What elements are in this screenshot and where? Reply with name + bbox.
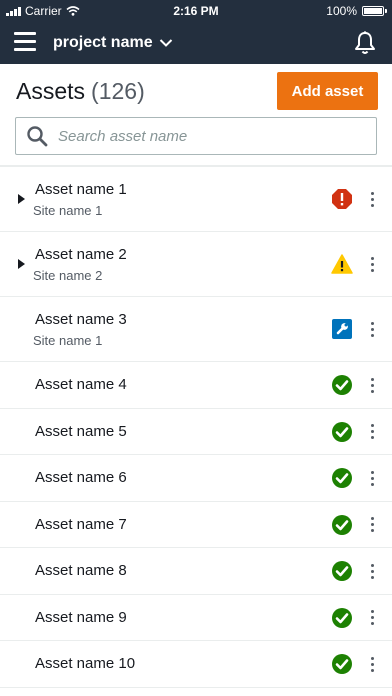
- list-item[interactable]: Asset name 1 Site name 1: [0, 167, 392, 232]
- wrench-icon: [331, 318, 353, 340]
- expand-caret-icon[interactable]: [18, 194, 25, 204]
- bell-icon[interactable]: [352, 30, 378, 56]
- project-name: project name: [53, 34, 153, 51]
- search-box: [15, 117, 377, 155]
- list-item[interactable]: Asset name 7: [0, 502, 392, 548]
- battery-icon: [362, 6, 387, 16]
- error-icon: [331, 188, 353, 210]
- check-circle-icon: [331, 607, 353, 629]
- more-options-icon[interactable]: [362, 254, 382, 274]
- list-item[interactable]: Asset name 8: [0, 548, 392, 595]
- asset-name: Asset name 3: [35, 311, 127, 328]
- site-name: Site name 1: [33, 333, 103, 348]
- expand-caret-icon[interactable]: [18, 259, 25, 269]
- page-title-label: Assets: [16, 78, 86, 104]
- status-bar: Carrier 2:16 PM 100%: [0, 0, 392, 22]
- asset-name: Asset name 5: [35, 422, 127, 440]
- status-right: 100%: [326, 4, 387, 18]
- more-options-icon[interactable]: [362, 189, 382, 209]
- list-item[interactable]: Asset name 6: [0, 455, 392, 502]
- more-options-icon[interactable]: [362, 561, 382, 581]
- list-item[interactable]: Asset name 4: [0, 362, 392, 409]
- chevron-down-icon: [159, 39, 172, 47]
- search-input[interactable]: [56, 126, 360, 146]
- asset-name: Asset name 1: [35, 181, 127, 198]
- more-options-icon[interactable]: [362, 654, 382, 674]
- warning-icon: [331, 253, 353, 275]
- asset-name: Asset name 6: [35, 469, 127, 486]
- asset-name: Asset name 8: [35, 562, 127, 579]
- check-circle-icon: [331, 514, 353, 536]
- more-options-icon[interactable]: [362, 608, 382, 628]
- navbar: project name: [0, 22, 392, 64]
- more-options-icon[interactable]: [362, 422, 382, 442]
- list-item[interactable]: Asset name 10: [0, 641, 392, 688]
- check-circle-icon: [331, 421, 353, 443]
- list-item[interactable]: Asset name 9: [0, 595, 392, 641]
- check-circle-icon: [331, 653, 353, 675]
- asset-list: Asset name 1 Site name 1 Asset name 2 Site …: [0, 167, 392, 688]
- site-name: Site name 2: [33, 268, 103, 283]
- search-icon: [27, 126, 48, 147]
- asset-name: Asset name 7: [35, 515, 127, 533]
- asset-name: Asset name 9: [35, 608, 127, 626]
- more-options-icon[interactable]: [362, 375, 382, 395]
- battery-percent: 100%: [326, 4, 357, 18]
- check-circle-icon: [331, 560, 353, 582]
- hamburger-icon[interactable]: [14, 32, 36, 52]
- list-item[interactable]: Asset name 5: [0, 409, 392, 455]
- project-selector[interactable]: project name: [53, 34, 173, 52]
- more-options-icon[interactable]: [362, 515, 382, 535]
- list-item[interactable]: Asset name 3 Site name 1: [0, 297, 392, 362]
- asset-name: Asset name 10: [35, 655, 136, 672]
- more-options-icon[interactable]: [362, 319, 382, 339]
- asset-count: (126): [91, 78, 145, 104]
- more-options-icon[interactable]: [362, 468, 382, 488]
- list-item[interactable]: Asset name 2 Site name 2: [0, 232, 392, 297]
- check-circle-icon: [331, 374, 353, 396]
- page-title: Assets (126): [16, 78, 145, 105]
- asset-name: Asset name 4: [35, 376, 127, 393]
- check-circle-icon: [331, 467, 353, 489]
- add-asset-button[interactable]: Add asset: [277, 72, 378, 110]
- asset-name: Asset name 2: [35, 246, 127, 263]
- site-name: Site name 1: [33, 203, 103, 218]
